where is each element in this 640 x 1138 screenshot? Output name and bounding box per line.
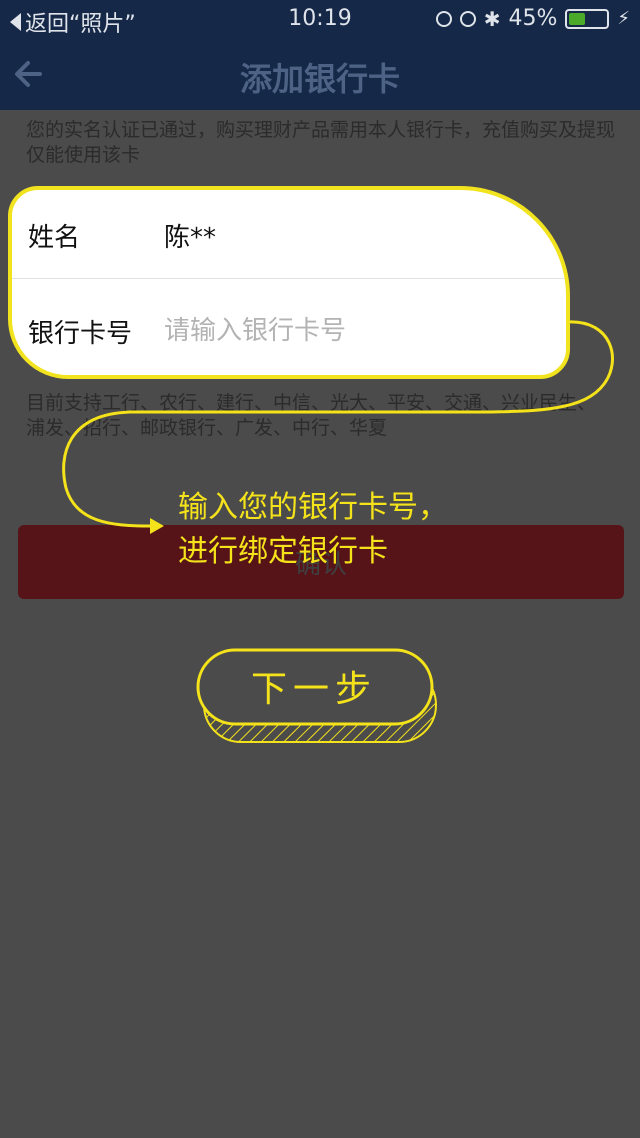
annotation-hint: 输入您的银行卡号， 进行绑定银行卡: [178, 486, 478, 574]
next-step-button[interactable]: 下一步: [196, 648, 440, 744]
hint-line-1: 输入您的银行卡号，: [178, 490, 448, 525]
battery-icon: [565, 8, 610, 29]
nav-bar: 添加银行卡: [0, 40, 640, 110]
hint-line-2: 进行绑定银行卡: [178, 534, 388, 569]
charging-icon: ⚡: [617, 8, 630, 29]
status-bar: 返回“照片” 10:19 ✱ 45% ⚡: [0, 0, 640, 40]
bluetooth-icon: ✱: [483, 6, 501, 31]
battery-percent: 45%: [508, 6, 558, 31]
card-number-row: 银行卡号: [12, 286, 566, 375]
name-row: 姓名 陈**: [12, 190, 566, 280]
card-number-input[interactable]: [164, 311, 494, 351]
rotation-lock-icon: [435, 10, 452, 27]
next-step-label: 下一步: [250, 669, 377, 710]
page-title: 添加银行卡: [239, 60, 400, 98]
status-indicators: ✱ 45% ⚡: [435, 6, 630, 31]
bank-card-form: 姓名 陈** 银行卡号: [8, 186, 570, 379]
supported-banks-text: 目前支持工行、农行、建行、中信、光大、平安、交通、兴业民生、浦发、招行、邮政银行…: [26, 392, 597, 439]
alarm-icon: [459, 10, 476, 27]
name-label: 姓名: [28, 222, 81, 253]
name-value: 陈**: [164, 222, 217, 253]
card-number-label: 银行卡号: [28, 318, 133, 349]
row-divider: [12, 278, 566, 279]
add-bank-card-screen: 返回“照片” 10:19 ✱ 45% ⚡ 添加银行卡 您的实名认证已通过，购买理…: [0, 0, 640, 1138]
verification-notice: 您的实名认证已通过，购买理财产品需用本人银行卡，充值购买及提现仅能使用该卡: [26, 119, 616, 166]
